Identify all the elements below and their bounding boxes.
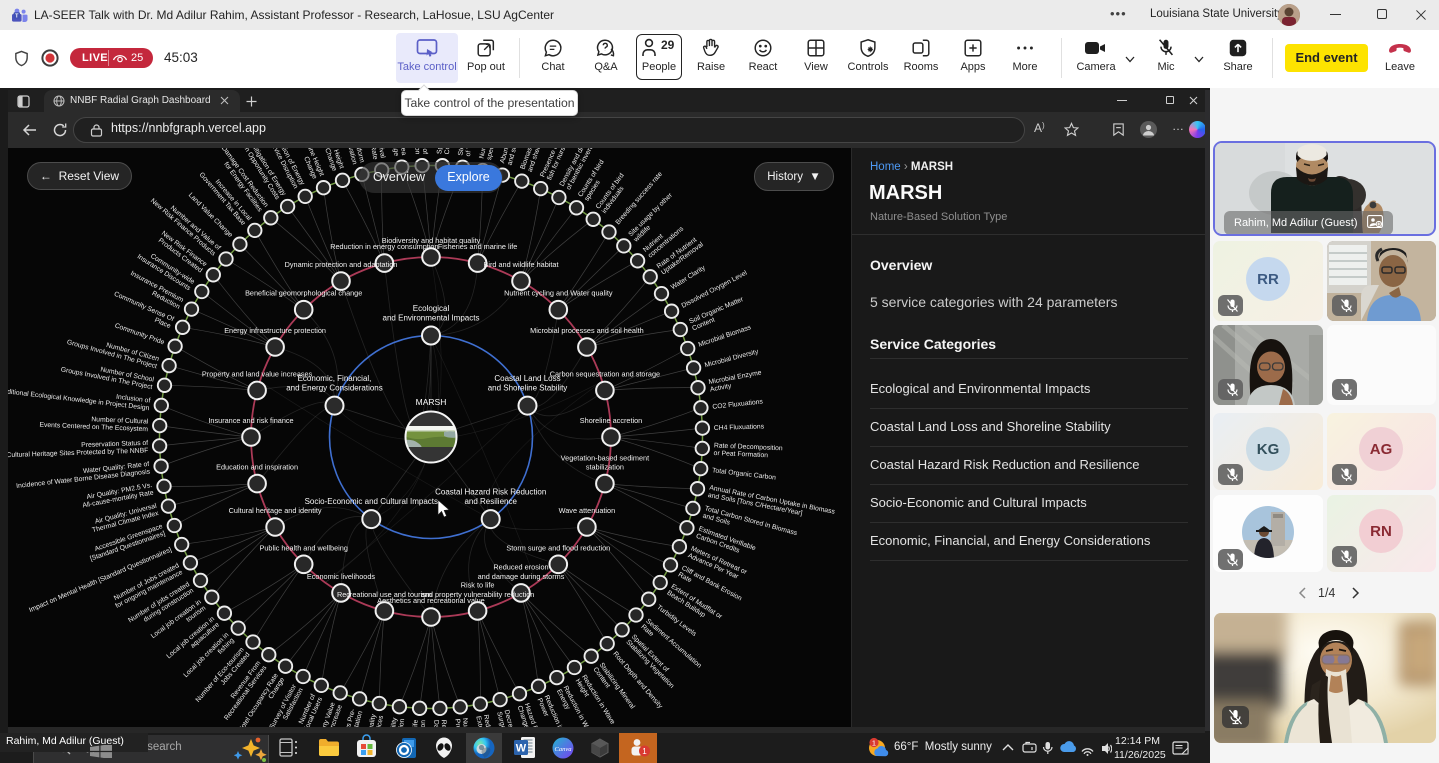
svg-text:Energy infrastructure protecti: Energy infrastructure protection xyxy=(224,326,326,335)
svg-text:Carbon sequestration and stora: Carbon sequestration and storage xyxy=(550,369,660,378)
svg-text:Economic livelihoods: Economic livelihoods xyxy=(307,572,375,581)
svg-text:Fisheries and marine life: Fisheries and marine life xyxy=(438,242,518,251)
svg-text:and Environmental Impacts: and Environmental Impacts xyxy=(383,314,480,323)
svg-text:Insurance and risk finance: Insurance and risk finance xyxy=(208,416,293,425)
svg-text:and Shoreline Stability: and Shoreline Stability xyxy=(488,384,568,393)
svg-text:Wave attenuation: Wave attenuation xyxy=(559,506,616,515)
svg-text:Reduction in energy consumptio: Reduction in energy consumption xyxy=(330,242,438,251)
svg-text:29: 29 xyxy=(661,38,675,52)
svg-text:1: 1 xyxy=(642,747,647,756)
svg-text:Property and land value increa: Property and land value increases xyxy=(202,369,313,378)
svg-text:Beneficial geomorphological ch: Beneficial geomorphological change xyxy=(245,289,362,298)
svg-text:Canva: Canva xyxy=(555,746,572,753)
svg-text:Dynamic protection and adaptat: Dynamic protection and adaptation xyxy=(285,260,398,269)
svg-text:Microbial processes and soil h: Microbial processes and soil health xyxy=(530,326,644,335)
svg-text:Nutrient cycling and Water qua: Nutrient cycling and Water quality xyxy=(504,289,613,298)
svg-text:Coastal Hazard Risk Reduction: Coastal Hazard Risk Reduction xyxy=(435,488,546,497)
svg-text:stabilization: stabilization xyxy=(586,463,624,472)
svg-text:and Energy Considerations: and Energy Considerations xyxy=(286,384,383,393)
svg-text:Shoreline accretion: Shoreline accretion xyxy=(580,416,642,425)
svg-text:1: 1 xyxy=(872,739,876,748)
svg-text:Vegetation-based sediment: Vegetation-based sediment xyxy=(561,453,649,462)
svg-text:Bird and wildlife habitat: Bird and wildlife habitat xyxy=(483,260,558,269)
svg-text:Recreational use and tourism: Recreational use and tourism xyxy=(337,590,432,599)
svg-text:Risk to life: Risk to life xyxy=(461,581,495,590)
svg-text:MARSH: MARSH xyxy=(416,397,447,407)
svg-text:Economic, Financial,: Economic, Financial, xyxy=(298,374,372,383)
svg-text:Education and inspiration: Education and inspiration xyxy=(216,463,298,472)
svg-text:Ecological: Ecological xyxy=(413,304,450,313)
svg-text:Reduced erosion: Reduced erosion xyxy=(493,563,548,572)
svg-text:Socio-Economic and Cultural Im: Socio-Economic and Cultural Impacts xyxy=(305,497,438,506)
svg-text:SpeciesComposition: SpeciesComposition xyxy=(436,148,452,155)
svg-text:Storm surge and flood reductio: Storm surge and flood reduction xyxy=(506,543,610,552)
svg-text:and damage during storms: and damage during storms xyxy=(478,572,565,581)
svg-text:Coastal Land Loss: Coastal Land Loss xyxy=(494,374,560,383)
svg-text:and Resilience: and Resilience xyxy=(464,497,517,506)
svg-text:Cultural heritage and identity: Cultural heritage and identity xyxy=(229,506,322,515)
svg-text:Public health and wellbeing: Public health and wellbeing xyxy=(259,543,347,552)
svg-text:W: W xyxy=(516,743,527,755)
svg-text:Survival rates ofplanted veget: Survival rates ofplanted vegetation xyxy=(412,148,428,155)
